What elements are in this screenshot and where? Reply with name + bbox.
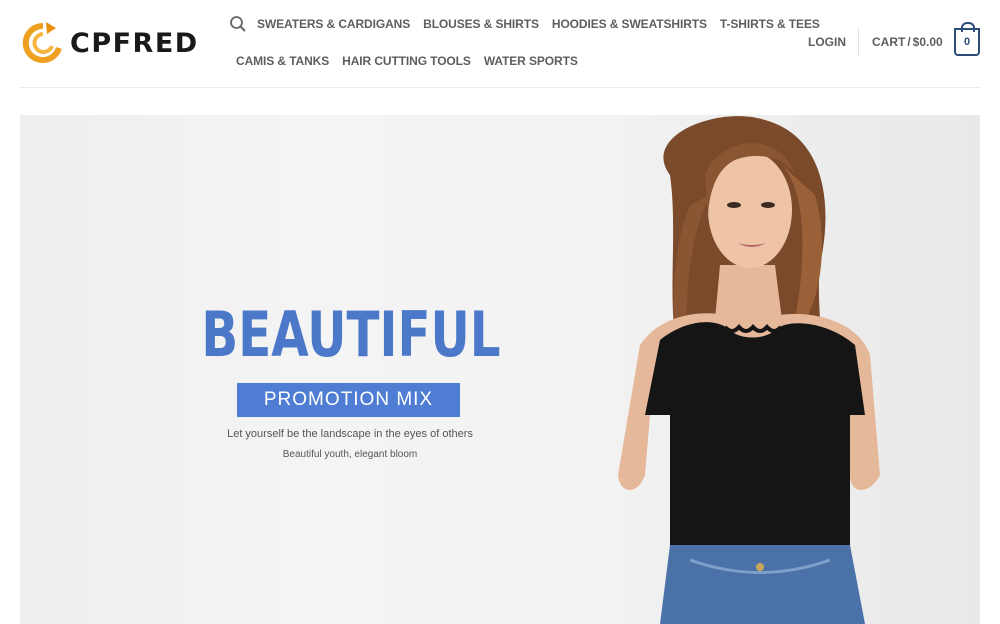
logo-mark-icon <box>22 22 62 63</box>
cart-count-badge[interactable]: 0 <box>954 22 980 56</box>
model-image <box>618 116 880 624</box>
nav-item-hair-cutting-tools[interactable]: HAIR CUTTING TOOLS <box>342 53 471 69</box>
login-link[interactable]: LOGIN <box>808 35 846 49</box>
banner-tagline: Let yourself be the landscape in the eye… <box>227 428 473 440</box>
header-divider <box>858 27 859 57</box>
nav-item-blouses-shirts[interactable]: BLOUSES & SHIRTS <box>423 16 539 32</box>
cart-total: $0.00 <box>912 35 943 49</box>
brand-name: CPFRED <box>70 27 199 59</box>
site-header: CPFRED SWEATERS & CARDIGANS BLOUSES & SH… <box>0 0 1000 88</box>
search-icon[interactable] <box>229 15 247 33</box>
nav-item-sweaters-cardigans[interactable]: SWEATERS & CARDIGANS <box>257 16 410 32</box>
hero-banner[interactable]: BEAUTIFUL PROMOTION MIX Let yourself be … <box>20 115 980 624</box>
cart-label: CART <box>872 35 906 49</box>
nav-item-camis-tanks[interactable]: CAMIS & TANKS <box>236 53 329 69</box>
main-nav-row-2: CAMIS & TANKS HAIR CUTTING TOOLS WATER S… <box>236 53 591 69</box>
promo-label: PROMOTION MIX <box>237 383 460 417</box>
brand-logo[interactable]: CPFRED <box>22 19 202 67</box>
nav-item-tshirts-tees[interactable]: T-SHIRTS & TEES <box>720 16 820 32</box>
cart-link[interactable]: CART / $0.00 <box>872 35 943 49</box>
header-bottom-border <box>20 87 980 88</box>
nav-item-water-sports[interactable]: WATER SPORTS <box>484 53 578 69</box>
banner-subtagline: Beautiful youth, elegant bloom <box>282 449 418 460</box>
main-nav-row-1: SWEATERS & CARDIGANS BLOUSES & SHIRTS HO… <box>257 16 833 32</box>
cart-separator: / <box>907 35 911 49</box>
nav-item-hoodies-sweatshirts[interactable]: HOODIES & SWEATSHIRTS <box>552 16 707 32</box>
